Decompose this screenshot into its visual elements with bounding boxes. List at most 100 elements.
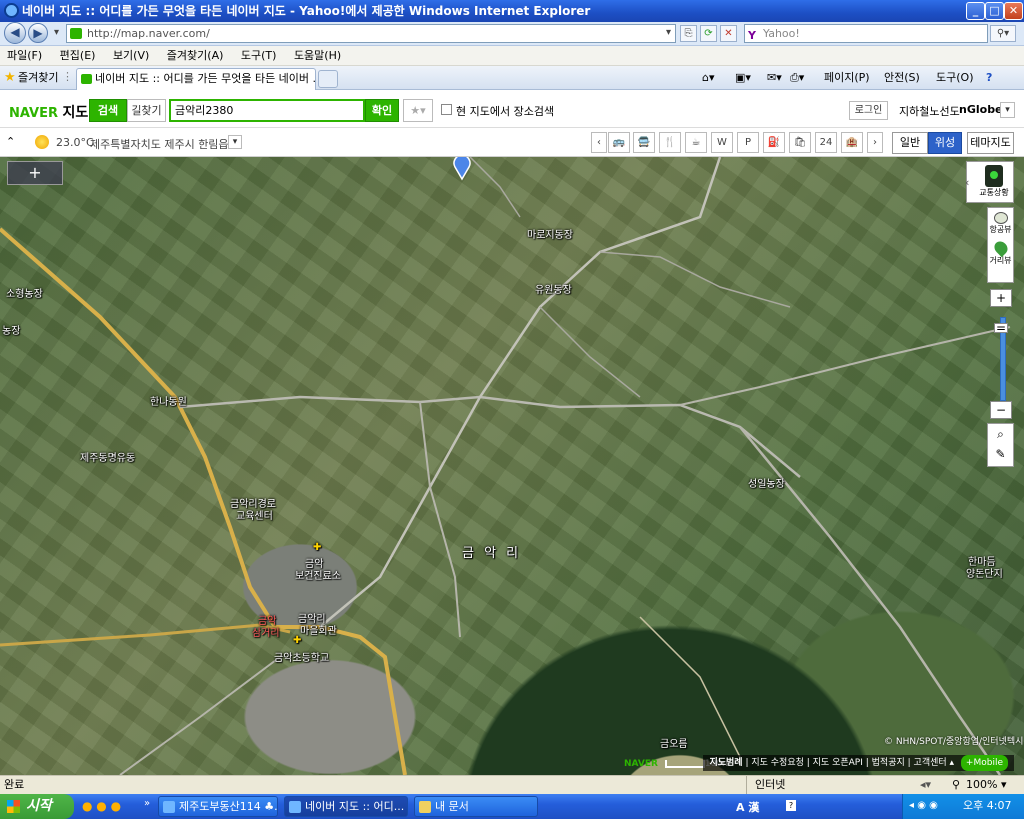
aerial-view-icon[interactable] (993, 212, 1008, 224)
mobile-button[interactable]: +Mobile (960, 755, 1008, 771)
legend-link[interactable]: 지도범례 (709, 758, 742, 768)
map-type-theme[interactable]: 테마지도 (967, 132, 1014, 154)
menu-edit[interactable]: 편집(E) (53, 46, 103, 66)
magnifier-icon[interactable]: ⌕ (988, 424, 1013, 444)
confirm-button[interactable]: 확인 (365, 99, 399, 122)
stop-icon[interactable]: ✕ (720, 25, 737, 42)
search-tab-button[interactable]: 검색 (89, 99, 127, 122)
taskbar-item-my-documents[interactable]: 내 문서 (414, 796, 538, 817)
menu-favorites[interactable]: 즐겨찾기(A) (160, 46, 231, 66)
menu-help[interactable]: 도움말(H) (287, 46, 348, 66)
add-favorite-icon[interactable]: ⋮ (62, 70, 73, 83)
close-button[interactable]: ✕ (1004, 2, 1023, 20)
maximize-button[interactable]: □ (985, 2, 1004, 20)
ime-help-icon[interactable]: ? (786, 800, 796, 811)
region-dropdown-icon[interactable]: ▾ (228, 135, 242, 149)
yahoo-search-input[interactable]: Y Yahoo! (744, 24, 988, 43)
place-label[interactable]: 유원동장 (535, 281, 572, 296)
bus-poi-icon[interactable]: 🚌 (608, 132, 630, 153)
restaurant-poi-icon[interactable]: 🍴 (659, 132, 681, 153)
cafe-poi-icon[interactable]: ☕ (685, 132, 707, 153)
safety-menu[interactable]: 안전(S) (884, 69, 920, 87)
current-map-search-checkbox[interactable] (441, 104, 452, 115)
zoom-in-button[interactable]: + (990, 289, 1012, 307)
history-dropdown-icon[interactable]: ▾ (48, 25, 65, 42)
quicklaunch-icons[interactable]: ● ● ● (82, 799, 121, 813)
refresh-icon[interactable]: ⟳ (700, 25, 717, 42)
gas-station-poi-icon[interactable]: ⛽ (763, 132, 785, 153)
naver-logo[interactable]: NAVER 지도 (9, 102, 88, 122)
street-view-label[interactable]: 거리뷰 (989, 256, 1011, 265)
feeds-icon[interactable]: ▣▾ (735, 69, 751, 87)
zoom-level[interactable]: ⚲ 100% ▾ (952, 776, 1006, 794)
place-label[interactable]: 금오름 (660, 735, 688, 750)
url-dropdown-icon[interactable]: ▾ (660, 25, 677, 42)
taskbar-item-ie-1[interactable]: 제주도부동산114 ♣... (158, 796, 278, 817)
menu-tools[interactable]: 도구(T) (234, 46, 284, 66)
traffic-panel[interactable]: ‹ 교통상황 (965, 161, 1014, 203)
help-icon[interactable]: ? (986, 69, 992, 87)
place-label[interactable]: 보건진료소 (295, 567, 341, 582)
menu-view[interactable]: 보기(V) (106, 46, 156, 66)
place-label[interactable]: 농장 (2, 322, 20, 337)
mail-icon[interactable]: ✉▾ (767, 69, 782, 87)
url-input[interactable]: http://map.naver.com/ (66, 24, 676, 43)
edit-request-link[interactable]: 지도 수정요청 (751, 758, 804, 768)
place-label[interactable]: 제주동명유동 (80, 449, 135, 464)
tools-menu[interactable]: 도구(O) (936, 69, 973, 87)
bank-poi-icon[interactable]: W (711, 132, 733, 153)
quicklaunch-more-icon[interactable]: » (144, 798, 150, 809)
home-icon[interactable]: ⌂▾ (702, 69, 715, 87)
place-label[interactable]: 마로지동장 (527, 226, 573, 241)
place-label[interactable]: 한나동원 (150, 393, 187, 408)
subway-map-link[interactable]: 지하철노선도 (899, 103, 960, 119)
parking-poi-icon[interactable]: P (737, 132, 759, 153)
tray-icons[interactable]: ◂ ◉ ◉ (909, 794, 938, 818)
panel-collapse-icon[interactable]: ‹ (965, 176, 969, 189)
poi-next-icon[interactable]: › (867, 132, 883, 153)
forward-icon[interactable]: ▶ (28, 23, 48, 43)
aerial-view-label[interactable]: 항공뷰 (989, 225, 1011, 234)
search-icon[interactable]: ⚲▾ (990, 25, 1016, 42)
place-label[interactable]: 금 악 리 (462, 542, 521, 561)
minimize-button[interactable]: _ (966, 2, 985, 20)
place-search-input[interactable]: 금악리2380 (169, 99, 365, 122)
map-type-normal[interactable]: 일반 (892, 132, 928, 154)
zoom-out-button[interactable]: − (990, 401, 1012, 419)
zoom-slider-handle[interactable]: = (994, 322, 1008, 334)
map-type-satellite[interactable]: 위성 (928, 132, 962, 154)
tab-naver-map[interactable]: 네이버 지도 :: 어디를 가든 무엇을 타든 네이버 ... (76, 68, 316, 90)
start-button[interactable]: 시작 (0, 794, 74, 819)
place-label[interactable]: 교육센터 (236, 507, 273, 522)
menu-file[interactable]: 파일(F) (0, 46, 49, 66)
place-label[interactable]: 마을회관 (300, 622, 337, 637)
back-icon[interactable]: ◀ (4, 22, 26, 44)
print-icon[interactable]: ⎙▾ (790, 69, 804, 87)
convenience-store-poi-icon[interactable]: 24 (815, 132, 837, 153)
open-api-link[interactable]: 지도 오픈API (813, 758, 863, 768)
satellite-map[interactable]: + 마로지동장 유원동장 소형농장 농장 한나동원 제주동명유동 금악리경로 교육센터 성일농장… (0, 157, 1024, 775)
collapse-icon[interactable]: ⌃ (6, 135, 15, 148)
nglobe-link[interactable]: nGlobe (959, 103, 1003, 116)
legal-link[interactable]: 법적공지 (872, 758, 905, 768)
hotel-poi-icon[interactable]: 🏨 (841, 132, 863, 153)
ruler-icon[interactable]: ✎ (988, 444, 1013, 464)
place-label[interactable]: 성일농장 (748, 475, 785, 490)
more-dropdown-icon[interactable]: ▾ (1000, 102, 1015, 118)
login-button[interactable]: 로그인 (849, 101, 888, 120)
favorites-button[interactable]: 즐겨찾기 (4, 69, 58, 87)
poi-prev-icon[interactable]: ‹ (591, 132, 607, 153)
taskbar-item-ie-2[interactable]: 네이버 지도 :: 어디... (284, 796, 408, 817)
customer-center-link[interactable]: 고객센터 (914, 758, 947, 768)
express-bus-poi-icon[interactable]: 🚍 (633, 132, 655, 153)
route-tab-button[interactable]: 길찾기 (127, 99, 166, 122)
new-tab-button[interactable] (318, 70, 338, 88)
expand-panel-button[interactable]: + (7, 161, 63, 185)
compat-view-icon[interactable]: ⎘ (680, 25, 697, 42)
place-label[interactable]: 소형농장 (6, 285, 43, 300)
street-view-icon[interactable] (991, 238, 1010, 258)
shopping-poi-icon[interactable]: 🛍 (789, 132, 811, 153)
favorite-star-icon[interactable]: ★▾ (403, 99, 433, 122)
page-menu[interactable]: 페이지(P) (824, 69, 870, 87)
place-label[interactable]: 금악초등학교 (274, 649, 329, 664)
